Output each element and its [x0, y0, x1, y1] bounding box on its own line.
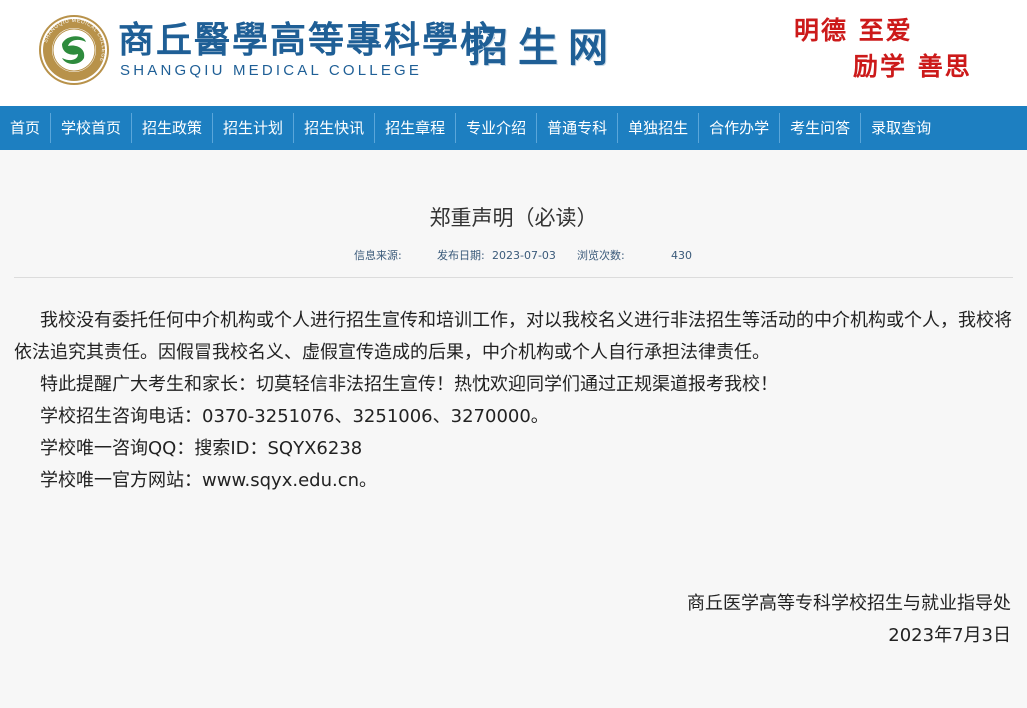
nav-item-regular-college[interactable]: 普通专科 — [537, 106, 617, 150]
nav-item-home[interactable]: 首页 — [0, 106, 50, 150]
nav-item-independent-admission[interactable]: 单独招生 — [618, 106, 698, 150]
article-paragraph: 特此提醒广大考生和家长：切莫轻信非法招生宣传！热忱欢迎同学们通过正规渠道报考我校… — [40, 374, 778, 395]
contact-phone: 学校招生咨询电话：0370-3251076、3251006、3270000。 — [40, 406, 549, 427]
main-nav: 首页 学校首页 招生政策 招生计划 招生快讯 招生章程 专业介绍 普通专科 单独… — [0, 106, 1027, 150]
official-website: 学校唯一官方网站：www.sqyx.edu.cn。 — [40, 470, 377, 491]
nav-item-admission-query[interactable]: 录取查询 — [861, 106, 941, 150]
signature-org: 商丘医学高等专科学校招生与就业指导处 — [687, 593, 1011, 614]
site-header: SHANGQIU MEDICAL COLLEGE 商丘醫學高等專科學校 SHAN… — [0, 0, 1027, 106]
meta-views-label: 浏览次数: — [577, 249, 625, 262]
nav-item-admission-policy[interactable]: 招生政策 — [132, 106, 212, 150]
article-body: 我校没有委托任何中介机构或个人进行招生宣传和培训工作，对以我校名义进行非法招生等… — [14, 305, 1012, 497]
college-seal-logo[interactable]: SHANGQIU MEDICAL COLLEGE — [38, 14, 110, 86]
college-name-cn: 商丘醫學高等專科學校 — [118, 19, 499, 61]
title-divider — [14, 277, 1013, 278]
meta-source-label: 信息来源: — [354, 249, 402, 262]
nav-item-admission-charter[interactable]: 招生章程 — [375, 106, 455, 150]
nav-item-cooperative-education[interactable]: 合作办学 — [699, 106, 779, 150]
contact-qq: 学校唯一咨询QQ：搜索ID：SQYX6238 — [40, 438, 363, 459]
meta-views-value: 430 — [671, 249, 692, 262]
article-title: 郑重声明（必读） — [429, 206, 598, 230]
site-subtitle: 招生网 — [468, 24, 618, 71]
nav-item-admission-news[interactable]: 招生快讯 — [294, 106, 374, 150]
motto-line-2: 励学 善思 — [853, 52, 972, 81]
meta-date-label: 发布日期: — [437, 249, 485, 262]
article-signature: 商丘医学高等专科学校招生与就业指导处 2023年7月3日 — [687, 588, 1011, 652]
motto-line-1: 明德 至爱 — [794, 16, 913, 45]
nav-item-majors[interactable]: 专业介绍 — [456, 106, 536, 150]
nav-item-school-home[interactable]: 学校首页 — [51, 106, 131, 150]
signature-date: 2023年7月3日 — [888, 625, 1011, 646]
college-name-en: SHANGQIU MEDICAL COLLEGE — [120, 62, 423, 79]
meta-date-value: 2023-07-03 — [492, 249, 556, 262]
nav-item-admission-plan[interactable]: 招生计划 — [213, 106, 293, 150]
article-paragraph: 我校没有委托任何中介机构或个人进行招生宣传和培训工作，对以我校名义进行非法招生等… — [14, 310, 1012, 363]
nav-item-faq[interactable]: 考生问答 — [780, 106, 860, 150]
